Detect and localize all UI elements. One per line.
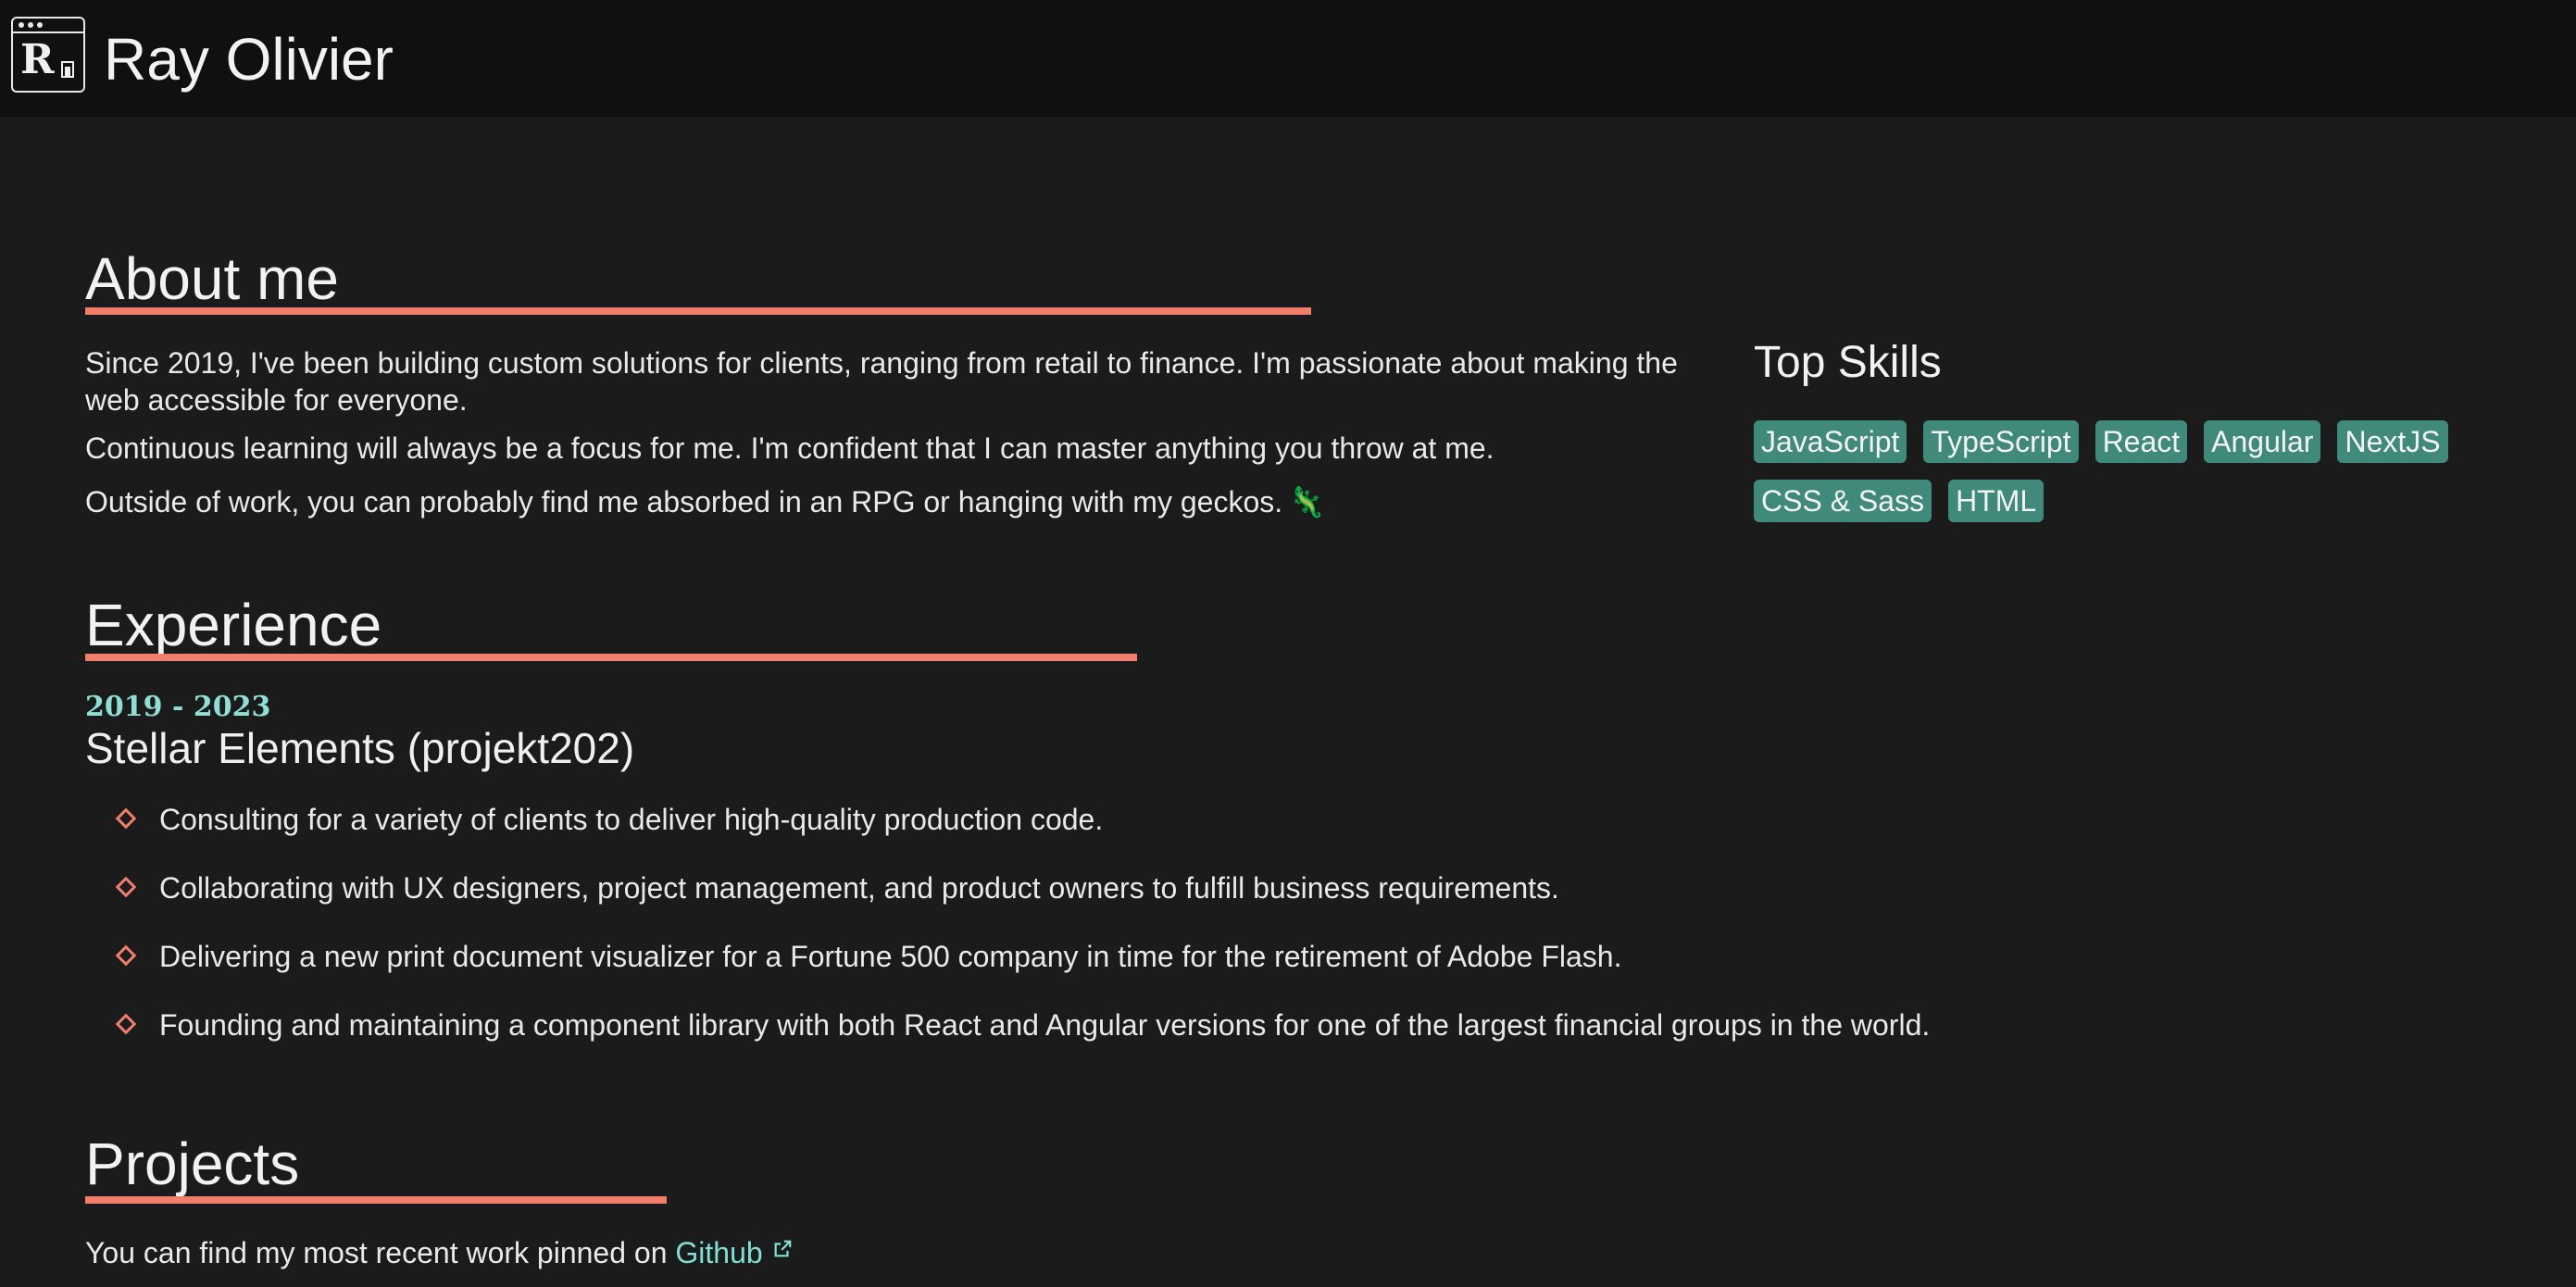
skill-chip: HTML: [1948, 480, 2045, 522]
skill-chip: CSS & Sass: [1754, 480, 1932, 522]
skill-chip: Angular: [2204, 420, 2321, 463]
list-item-text: Delivering a new print document visualiz…: [159, 940, 1622, 973]
github-link[interactable]: Github: [675, 1236, 792, 1269]
skill-chip: NextJS: [2337, 420, 2448, 463]
logo-letter: R: [20, 36, 55, 83]
site-logo-icon[interactable]: R: [11, 17, 85, 93]
list-item-text: Collaborating with UX designers, project…: [159, 871, 1559, 905]
about-title: About me: [85, 245, 339, 312]
list-item-text: Consulting for a variety of clients to d…: [159, 803, 1104, 836]
projects-title-underline: [85, 1196, 667, 1204]
logo-window-bar: [13, 31, 83, 33]
skill-chip: JavaScript: [1754, 420, 1907, 463]
about-paragraph-3-text: Outside of work, you can probably find m…: [85, 485, 1283, 519]
github-link-label[interactable]: Github: [675, 1236, 762, 1269]
projects-text: You can find my most recent work pinned …: [85, 1234, 793, 1271]
logo-mini-window: [61, 61, 74, 78]
experience-title: Experience: [85, 592, 382, 658]
experience-title-underline: [85, 654, 1137, 661]
diamond-bullet-icon: [115, 944, 137, 967]
external-link-icon[interactable]: [772, 1239, 793, 1259]
projects-text-body: You can find my most recent work pinned …: [85, 1236, 668, 1269]
job-company: Stellar Elements (projekt202): [85, 724, 635, 772]
about-title-underline: [85, 307, 1311, 315]
top-skills-title: Top Skills: [1754, 338, 1942, 387]
skill-chip: React: [2095, 420, 2188, 463]
diamond-bullet-icon: [115, 1013, 137, 1035]
diamond-bullet-icon: [115, 876, 137, 898]
gecko-icon: 🦎: [1288, 485, 1325, 519]
skill-chip: TypeScript: [1923, 420, 2079, 463]
diamond-bullet-icon: [115, 807, 137, 830]
logo-dot: [19, 22, 24, 28]
about-paragraph-2: Continuous learning will always be a foc…: [85, 431, 1494, 465]
about-paragraph-1: Since 2019, I've been building custom so…: [85, 346, 1678, 417]
projects-title: Projects: [85, 1131, 300, 1197]
site-name[interactable]: Ray Olivier: [104, 26, 394, 93]
skills-list: JavaScript TypeScript React Angular Next…: [1754, 420, 2532, 522]
list-item-text: Founding and maintaining a component lib…: [159, 1008, 1931, 1042]
about-paragraph-3: Outside of work, you can probably find m…: [85, 483, 1325, 520]
logo-dot: [37, 22, 43, 28]
job-years: 2019 - 2023: [85, 691, 271, 723]
logo-dot: [28, 22, 33, 28]
site-header: R Ray Olivier: [0, 0, 2576, 117]
